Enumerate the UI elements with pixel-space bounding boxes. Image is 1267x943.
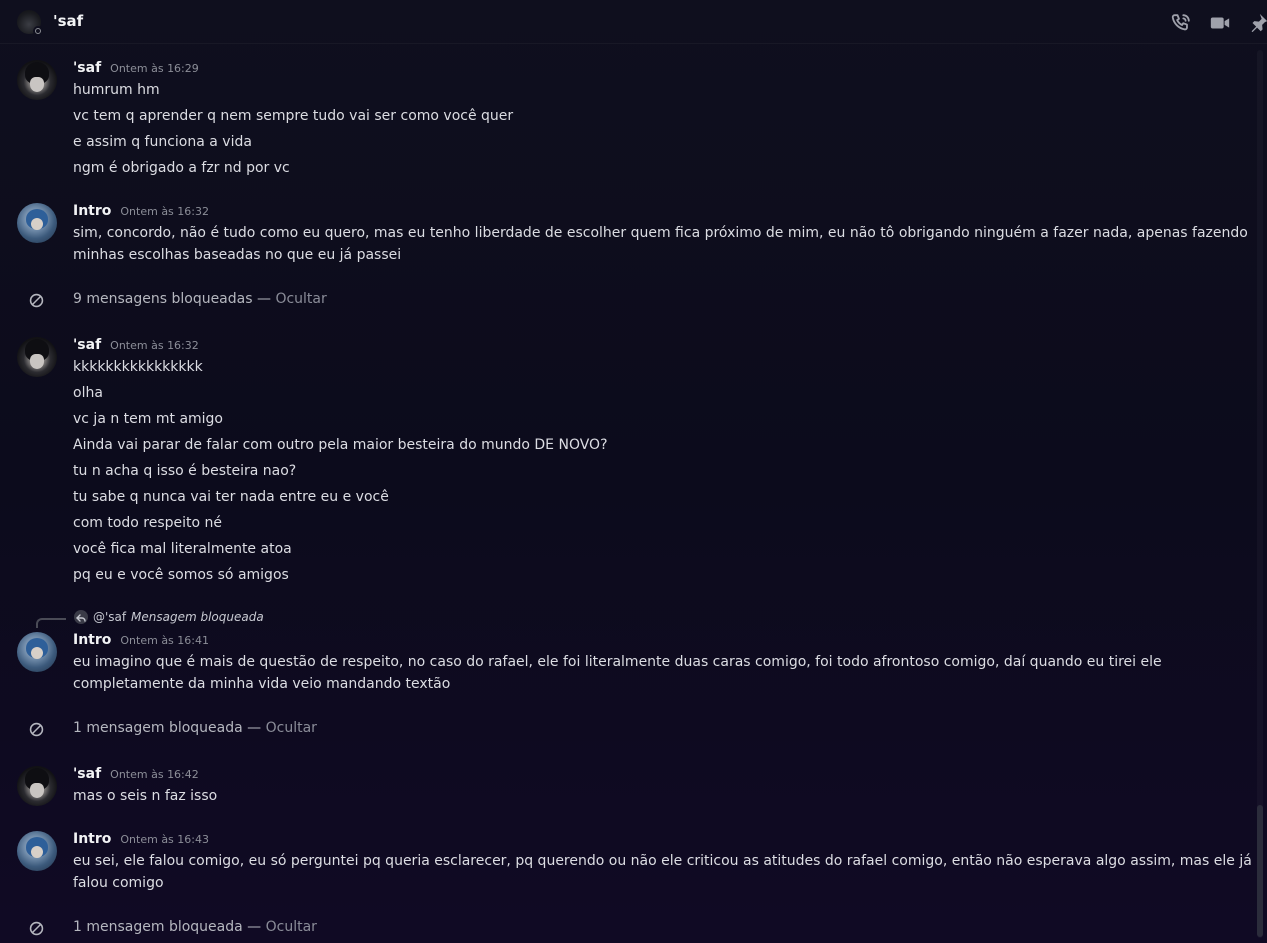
message-group: 'saf Ontem às 16:42 mas o seis n faz iss…: [0, 766, 1250, 811]
blocked-count: 9 mensagens bloqueadas: [73, 291, 253, 307]
author-name[interactable]: 'saf: [73, 337, 101, 353]
message-text: com todo respeito né: [73, 515, 223, 531]
blocked-separator: —: [247, 919, 262, 935]
message-group: 'saf Ontem às 16:32 kkkkkkkkkkkkkkkk olh…: [0, 337, 1250, 587]
message-text: pq eu e você somos só amigos: [73, 567, 289, 583]
pin-icon[interactable]: [1247, 12, 1267, 34]
message-text: mas o seis n faz isso: [73, 788, 218, 804]
hide-blocked-link[interactable]: Ocultar: [275, 291, 326, 307]
blocked-messages-notice: 1 mensagem bloqueada — Ocultar: [0, 718, 1250, 740]
timestamp: Ontem às 16:32: [110, 339, 199, 352]
hide-blocked-link[interactable]: Ocultar: [266, 919, 317, 935]
message-text: e assim q funciona a vida: [73, 134, 252, 150]
blocked-separator: —: [247, 720, 262, 736]
channel-header: 'saf: [0, 0, 1267, 44]
message-text: ngm é obrigado a fzr nd por vc: [73, 160, 290, 176]
reply-arrow-icon: [74, 610, 88, 624]
avatar[interactable]: [17, 203, 57, 243]
avatar[interactable]: [17, 60, 57, 100]
message-text: Ainda vai parar de falar com outro pela …: [73, 437, 608, 453]
reply-preview[interactable]: Mensagem bloqueada: [131, 610, 264, 624]
timestamp: Ontem às 16:32: [120, 205, 209, 218]
blocked-separator: —: [256, 291, 271, 307]
timestamp: Ontem às 16:29: [110, 62, 199, 75]
message-text: tu sabe q nunca vai ter nada entre eu e …: [73, 489, 389, 505]
avatar[interactable]: [17, 632, 57, 672]
blocked-icon: [29, 293, 44, 308]
phone-call-icon[interactable]: [1170, 12, 1192, 34]
timestamp: Ontem às 16:42: [110, 768, 199, 781]
blocked-messages-notice: 1 mensagem bloqueada — Ocultar: [0, 917, 1250, 939]
blocked-messages-notice: 9 mensagens bloqueadas — Ocultar: [0, 289, 1250, 311]
avatar[interactable]: [17, 337, 57, 377]
message-text: minhas escolhas baseadas no que eu já pa…: [73, 247, 402, 263]
blocked-count: 1 mensagem bloqueada: [73, 720, 243, 736]
message-group: 'saf Ontem às 16:29 humrum hm vc tem q a…: [0, 60, 1250, 180]
message-group: Intro Ontem às 16:43 eu sei, ele falou c…: [0, 831, 1252, 901]
message-text: olha: [73, 385, 103, 401]
message-text: vc tem q aprender q nem sempre tudo vai …: [73, 108, 514, 124]
timestamp: Ontem às 16:43: [120, 833, 209, 846]
message-group: Intro Ontem às 16:41 eu imagino que é ma…: [0, 632, 1250, 702]
message-text: eu imagino que é mais de questão de resp…: [73, 654, 1162, 670]
message-text: tu n acha q isso é besteira nao?: [73, 463, 297, 479]
message-text: falou comigo: [73, 875, 164, 891]
avatar[interactable]: [17, 766, 57, 806]
reply-username[interactable]: @'saf: [93, 610, 126, 624]
author-name[interactable]: Intro: [73, 203, 111, 219]
author-name[interactable]: Intro: [73, 831, 111, 847]
reply-reference[interactable]: @'saf Mensagem bloqueada: [0, 608, 1250, 628]
channel-title[interactable]: 'saf: [53, 12, 83, 30]
blocked-icon: [29, 722, 44, 737]
scrollbar-track[interactable]: [1257, 50, 1263, 938]
author-name[interactable]: 'saf: [73, 60, 101, 76]
header-avatar[interactable]: [17, 10, 43, 36]
video-camera-icon[interactable]: [1209, 12, 1231, 34]
message-group: Intro Ontem às 16:32 sim, concordo, não …: [0, 203, 1250, 273]
message-text: kkkkkkkkkkkkkkkk: [73, 359, 203, 375]
author-name[interactable]: Intro: [73, 632, 111, 648]
timestamp: Ontem às 16:41: [120, 634, 209, 647]
hide-blocked-link[interactable]: Ocultar: [266, 720, 317, 736]
blocked-icon: [29, 921, 44, 936]
message-text: humrum hm: [73, 82, 160, 98]
offline-status-icon: [33, 26, 43, 36]
avatar[interactable]: [17, 831, 57, 871]
message-text: eu sei, ele falou comigo, eu só pergunte…: [73, 853, 1252, 869]
message-text: você fica mal literalmente atoa: [73, 541, 292, 557]
message-text: vc ja n tem mt amigo: [73, 411, 224, 427]
reply-spine: [36, 618, 66, 628]
author-name[interactable]: 'saf: [73, 766, 101, 782]
blocked-count: 1 mensagem bloqueada: [73, 919, 243, 935]
dm-window: 'saf 'saf Ontem às 16:29 humrum hm vc te…: [0, 0, 1267, 943]
scrollbar-thumb[interactable]: [1257, 805, 1263, 937]
message-text: sim, concordo, não é tudo como eu quero,…: [73, 225, 1248, 241]
message-text: completamente da minha vida veio mandand…: [73, 676, 451, 692]
